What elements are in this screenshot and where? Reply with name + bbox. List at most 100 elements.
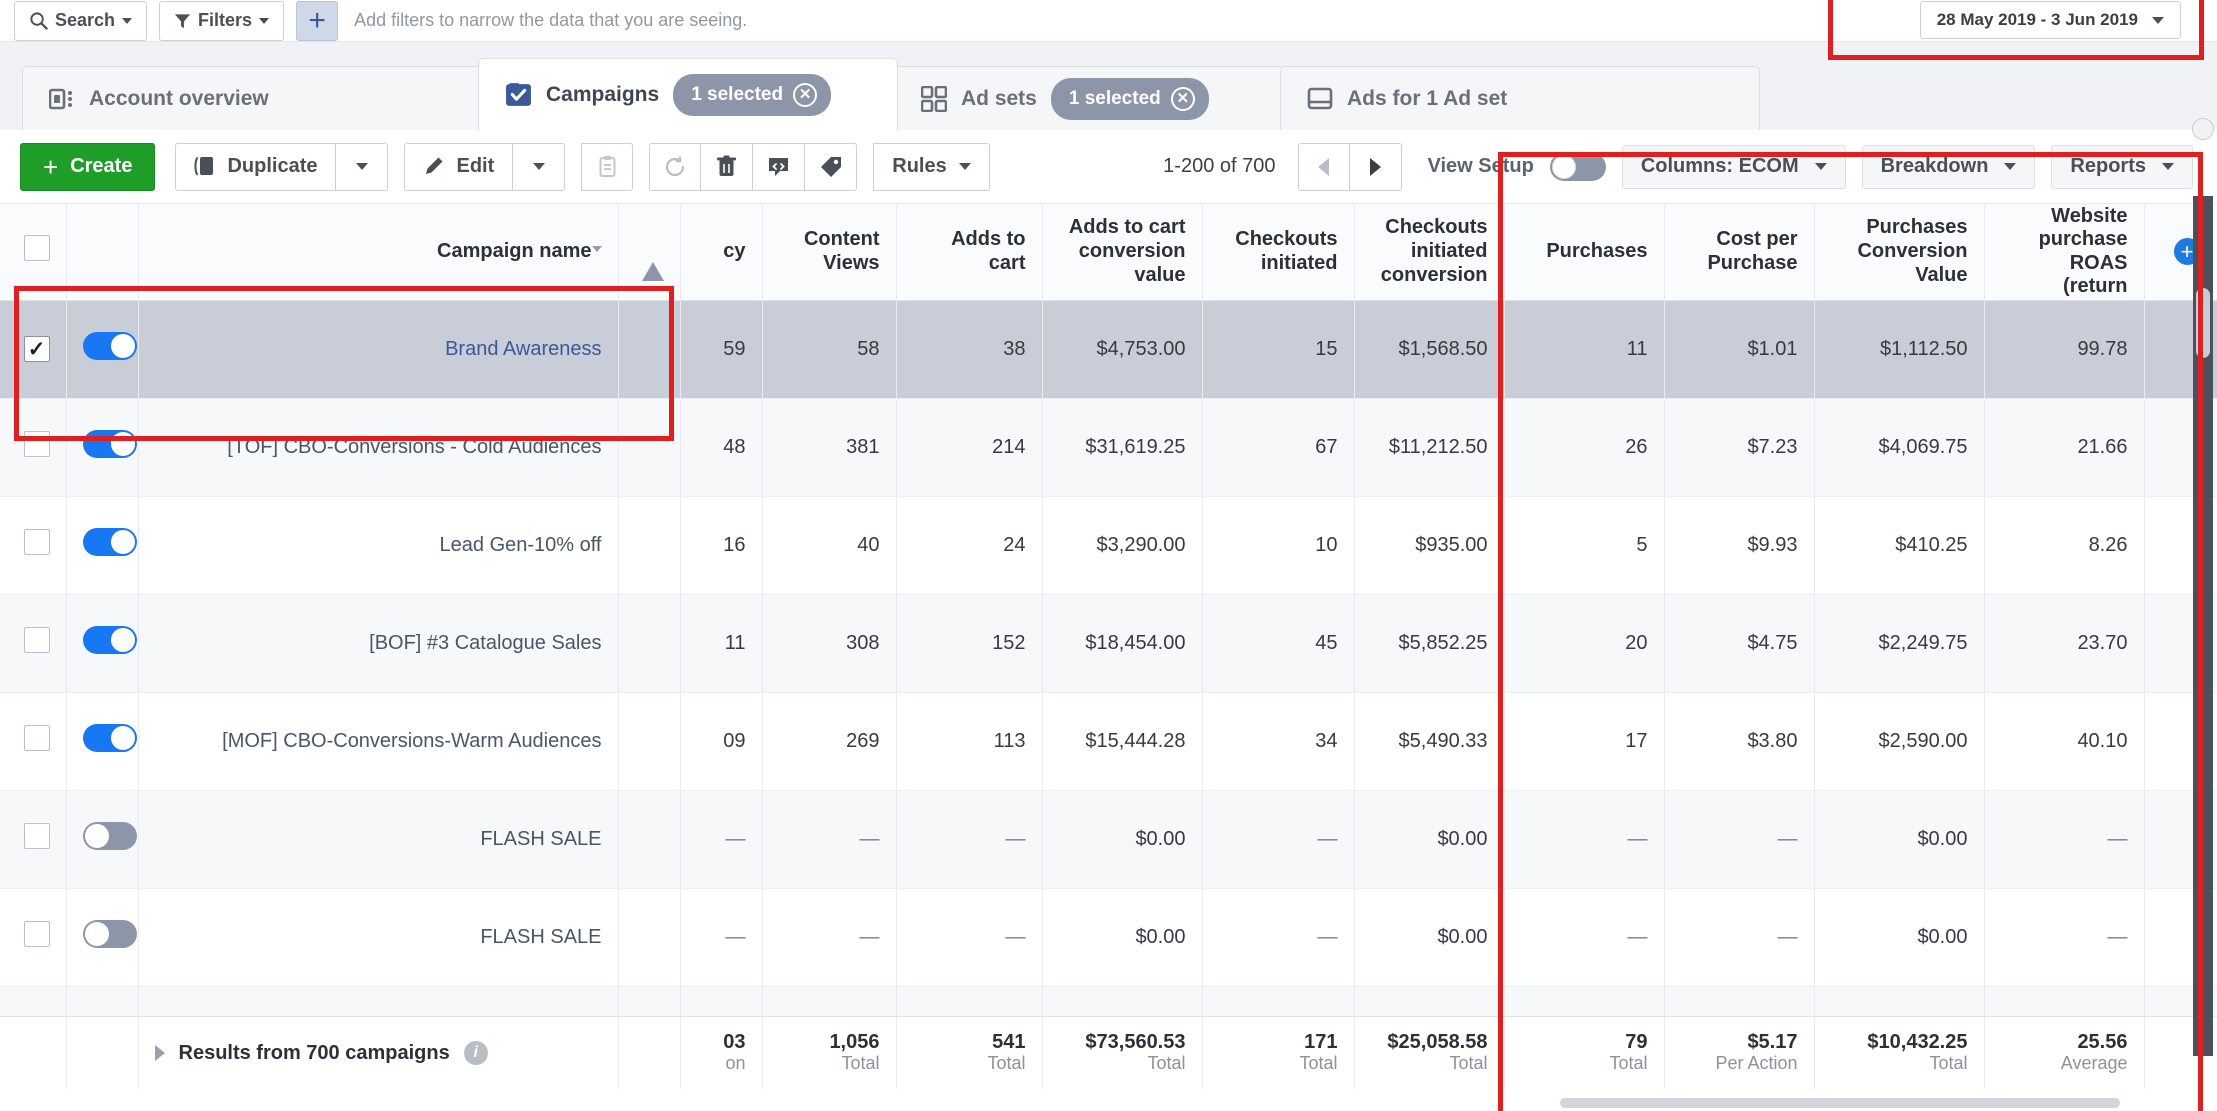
campaigns-selection-chip[interactable]: 1 selected ✕ [673,73,832,116]
revert-button[interactable] [649,142,702,191]
website-purchase-roas-header[interactable]: Website purchase ROAS (return [1984,204,2145,301]
create-button[interactable]: + Create [20,142,156,191]
row-checkbox[interactable]: ✓ [23,336,50,362]
horizontal-scrollbar-thumb[interactable] [1560,1098,2120,1108]
add-filter-button[interactable]: + [296,0,339,41]
row-select-cell[interactable] [0,398,67,497]
campaign-status-toggle[interactable] [82,332,137,360]
campaign-status-toggle[interactable] [82,724,137,752]
tab-campaigns[interactable]: Campaigns 1 selected ✕ [478,58,898,130]
filters-button[interactable]: Filters [159,0,285,41]
row-status-cell[interactable] [66,594,139,693]
row-status-cell[interactable] [66,496,139,595]
campaign-name-cell[interactable]: [BOF] #3 Catalogue Sales [138,594,619,693]
row-select-cell[interactable] [0,790,67,889]
metric-value: $1,112.50 [1880,337,1968,360]
table-row[interactable]: [MOF] CBO-Conversions-Warm Audiences 09 26… [0,692,2217,791]
campaign-status-toggle[interactable] [82,920,137,948]
frequency-header[interactable]: cy [680,204,763,301]
row-checkbox[interactable] [23,725,50,751]
scrollbar-corner-knob[interactable] [2192,118,2214,140]
checkouts-initiated-conversion-header[interactable]: Checkouts initiated conversion [1354,204,1505,301]
campaign-status-toggle[interactable] [82,528,137,556]
horizontal-scrollbar[interactable] [0,1095,2217,1111]
breakdown-dropdown[interactable]: Breakdown [1861,144,2036,189]
delete-button[interactable] [701,142,754,191]
row-select-cell[interactable] [0,888,67,987]
tab-account-overview[interactable]: Account overview [22,66,482,130]
campaign-name-cell[interactable]: [MOF] CBO-Conversions-Warm Audiences [138,692,619,791]
cost-per-purchase-header[interactable]: Cost per Purchase [1664,204,1815,301]
tag-button[interactable] [805,142,858,191]
campaign-name-cell[interactable]: Brand Awareness [138,300,619,399]
table-row[interactable]: ✓ Brand Awareness 59 58 38 $4,753.00 15 $1,568.… [0,300,2217,399]
campaign-name-cell[interactable]: FLASH SALE [138,888,619,987]
content-views-header[interactable]: Content Views [762,204,897,301]
close-icon[interactable]: ✕ [1170,86,1195,111]
row-select-cell[interactable]: ✓ [0,300,67,399]
purchases-header[interactable]: Purchases [1504,204,1665,301]
vertical-scrollbar[interactable] [2193,196,2213,1056]
reports-dropdown[interactable]: Reports [2051,144,2193,189]
table-row[interactable]: [TOF] CBO-Conversions - Cold Audiences 48… [0,398,2217,497]
metric-value: $31,619.25 [1085,435,1186,458]
close-icon[interactable]: ✕ [793,82,818,107]
tab-ads[interactable]: Ads for 1 Ad set [1280,66,1760,130]
campaign-status-toggle[interactable] [82,626,137,654]
campaign-name-cell[interactable]: Lead Gen-10% off [138,496,619,595]
info-icon[interactable]: i [463,1041,488,1065]
chip-label: 1 selected [1068,87,1161,109]
export-button[interactable] [753,142,806,191]
row-checkbox[interactable] [23,823,50,849]
row-status-cell[interactable] [66,790,139,889]
table-row[interactable]: Lead Gen-10% off 16 40 24 $3,290.00 10 $935.00… [0,496,2217,595]
row-select-cell[interactable] [0,496,67,595]
totals-results-label-cell: Results from 700 campaigns i [138,1017,619,1089]
table-row[interactable]: FLASH SALE — — — $0.00 — $0.00 — — $0.00 — [0,888,2217,987]
chevron-down-icon [122,17,133,24]
duplicate-dropdown-button[interactable] [336,142,389,191]
caret-right-icon[interactable] [154,1045,165,1061]
row-checkbox[interactable] [23,627,50,653]
purchases-conversion-value-header[interactable]: Purchases Conversion Value [1814,204,1985,301]
row-select-cell[interactable] [0,594,67,693]
campaign-name-cell[interactable]: FLASH SALE [138,790,619,889]
campaign-name-label[interactable]: Brand Awareness [445,338,601,360]
metric-value: $3.80 [1747,729,1798,752]
row-status-cell[interactable] [66,692,139,791]
row-status-cell[interactable] [66,300,139,399]
search-button[interactable]: Search [14,0,148,41]
row-checkbox[interactable] [23,431,50,457]
row-status-cell[interactable] [66,888,139,987]
edit-dropdown-button[interactable] [513,142,566,191]
previous-page-button[interactable] [1297,142,1350,191]
columns-dropdown[interactable]: Columns: ECOM [1621,144,1846,189]
vertical-scrollbar-thumb[interactable] [2196,288,2210,358]
table-row[interactable]: FLASH SALE — — — $0.00 — $0.00 — — $0.00 — [0,790,2217,889]
row-status-cell[interactable] [66,398,139,497]
campaign-name-header[interactable]: Campaign name [138,204,619,301]
metric-cell: — [1984,888,2145,987]
adds-to-cart-conversion-value-header[interactable]: Adds to cart conversion value [1042,204,1203,301]
adds-to-cart-header[interactable]: Adds to cart [896,204,1043,301]
copy-button[interactable] [581,142,634,191]
tab-ad-sets[interactable]: Ad sets 1 selected ✕ [894,66,1284,130]
select-all-header[interactable] [0,204,67,301]
edit-button[interactable]: Edit [404,142,514,191]
view-setup-toggle[interactable] [1549,152,1606,181]
date-range-picker[interactable]: 28 May 2019 - 3 Jun 2019 [1919,1,2181,39]
campaign-status-toggle[interactable] [82,430,137,458]
ad-sets-selection-chip[interactable]: 1 selected ✕ [1050,77,1209,120]
metric-cell: $9.93 [1664,496,1815,595]
row-checkbox[interactable] [23,529,50,555]
table-row[interactable]: [BOF] #3 Catalogue Sales 11 308 152 $18,454.… [0,594,2217,693]
rules-button[interactable]: Rules [873,142,990,191]
checkouts-initiated-header[interactable]: Checkouts initiated [1202,204,1355,301]
campaign-status-toggle[interactable] [82,822,137,850]
row-select-cell[interactable] [0,692,67,791]
row-checkbox[interactable] [23,921,50,947]
duplicate-button[interactable]: Duplicate [175,142,337,191]
select-all-checkbox[interactable] [23,235,50,262]
next-page-button[interactable] [1349,142,1402,191]
campaign-name-cell[interactable]: [TOF] CBO-Conversions - Cold Audiences [138,398,619,497]
